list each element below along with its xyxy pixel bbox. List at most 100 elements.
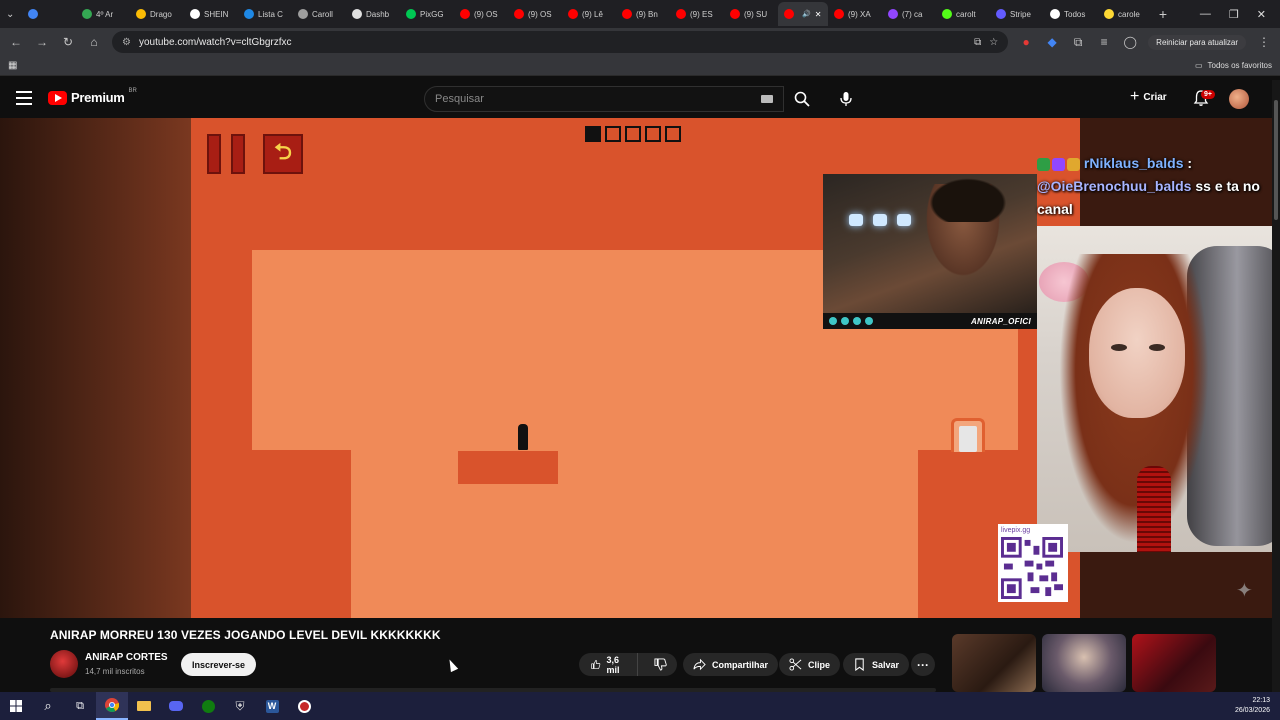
subscribe-button[interactable]: Inscrever-se <box>181 653 257 676</box>
browser-tab[interactable]: SHEIN <box>184 2 238 26</box>
tab-label: (9) Lê <box>582 9 603 19</box>
browser-tab[interactable]: Dashb <box>346 2 400 26</box>
microphone-icon <box>840 92 852 106</box>
save-button[interactable]: Salvar <box>843 653 910 676</box>
channel-avatar[interactable] <box>50 650 78 678</box>
tab-search-icon[interactable]: ⌄ <box>0 2 22 26</box>
all-bookmarks-button[interactable]: ▭ Todos os favoritos <box>1195 61 1272 70</box>
profile-icon[interactable]: ◯ <box>1122 34 1138 50</box>
like-button[interactable]: 3,6 mil <box>579 653 638 676</box>
search-button[interactable] <box>784 86 820 112</box>
create-button[interactable]: + Criar <box>1130 89 1167 105</box>
site-info-icon[interactable]: ⚙ <box>122 37 131 48</box>
related-video-thumbnail[interactable] <box>952 634 1036 692</box>
share-button[interactable]: Compartilhar <box>683 653 779 676</box>
page-scrollbar[interactable] <box>1272 80 1280 692</box>
chat-overlay: rNiklaus_balds : @OieBrenochuu_balds ss … <box>1037 152 1280 221</box>
tab-favicon-icon <box>514 9 524 19</box>
kebab-menu-icon[interactable]: ⋮ <box>1256 34 1272 50</box>
create-label: Criar <box>1143 91 1167 103</box>
browser-tab[interactable]: Stripe <box>990 2 1044 26</box>
tab-label: Lista C <box>258 9 283 19</box>
install-app-icon[interactable]: ⧉ <box>974 37 981 48</box>
browser-tab[interactable]: (9) ES <box>670 2 724 26</box>
browser-tab[interactable]: (7) ca <box>882 2 936 26</box>
browser-tab[interactable]: (9) Lê <box>562 2 616 26</box>
security-shield-icon[interactable]: ⛨ <box>224 692 256 720</box>
reload-icon[interactable]: ↻ <box>60 34 76 50</box>
file-explorer-icon[interactable] <box>128 692 160 720</box>
extension-icon[interactable]: ● <box>1018 34 1034 50</box>
bookmark-star-icon[interactable]: ☆ <box>989 37 998 48</box>
tab-label: (9) ES <box>690 9 713 19</box>
apps-grid-icon[interactable]: ▦ <box>8 60 17 71</box>
browser-tab[interactable]: 🔊 ✕ <box>778 2 828 26</box>
windows-start-icon[interactable] <box>0 692 32 720</box>
game-restart-icon: ⮌ <box>263 134 303 174</box>
browser-tab[interactable] <box>22 2 76 26</box>
clip-button[interactable]: Clipe <box>779 653 841 676</box>
browser-tab[interactable]: (9) Bn <box>616 2 670 26</box>
minimize-icon[interactable]: — <box>1200 8 1211 21</box>
browser-tab[interactable]: (9) OS <box>454 2 508 26</box>
extension-icon[interactable]: ◆ <box>1044 34 1060 50</box>
restart-update-button[interactable]: Reiniciar para atualizar <box>1148 34 1246 50</box>
task-view-icon[interactable]: ⧉ <box>64 692 96 720</box>
address-bar[interactable]: ⚙ youtube.com/watch?v=cltGbgrzfxc ⧉ ☆ <box>112 31 1009 53</box>
level-progress-square <box>665 126 681 142</box>
browser-tab[interactable]: Lista C <box>238 2 292 26</box>
system-clock[interactable]: 22:13 26/03/2026 <box>1235 696 1280 716</box>
channel-watermark-icon[interactable]: ✦ <box>1236 578 1260 602</box>
browser-tab[interactable]: Todos <box>1044 2 1098 26</box>
dislike-button[interactable] <box>644 653 677 676</box>
browser-tab[interactable]: carole <box>1098 2 1152 26</box>
tab-favicon-icon <box>784 9 794 19</box>
voice-search-button[interactable] <box>832 86 860 112</box>
more-actions-button[interactable]: ··· <box>911 653 935 676</box>
tab-close-icon[interactable]: ✕ <box>815 10 822 19</box>
media-icon[interactable]: ≡ <box>1096 34 1112 50</box>
video-player[interactable]: ⮌ ANIRAP_OFICI rNiklaus_balds : @OieBren… <box>0 118 1280 618</box>
browser-tab[interactable]: Caroll <box>292 2 346 26</box>
browser-tab[interactable]: carolt <box>936 2 990 26</box>
related-video-thumbnail[interactable] <box>1042 634 1126 692</box>
puzzle-icon[interactable]: ⧉ <box>1070 34 1086 50</box>
close-icon[interactable]: ✕ <box>1257 8 1266 21</box>
forward-icon[interactable]: → <box>34 34 50 50</box>
youtube-play-icon <box>48 90 67 105</box>
browser-tab[interactable]: (9) XA <box>828 2 882 26</box>
discord-icon[interactable] <box>160 692 192 720</box>
clock-date: 26/03/2026 <box>1234 707 1270 714</box>
word-icon[interactable]: W <box>256 692 288 720</box>
recording-app-icon[interactable] <box>288 692 320 720</box>
channel-name[interactable]: ANIRAP CORTES <box>85 652 168 663</box>
search-input[interactable]: Pesquisar <box>424 86 784 112</box>
audio-playing-icon[interactable]: 🔊 <box>802 10 811 18</box>
browser-tab[interactable]: (9) OS <box>508 2 562 26</box>
new-tab-button[interactable]: + <box>1152 6 1174 22</box>
save-label: Salvar <box>872 659 900 670</box>
back-icon[interactable]: ← <box>8 34 24 50</box>
menu-icon[interactable] <box>16 91 32 105</box>
chat-badges <box>1037 157 1080 171</box>
chrome-taskbar-icon[interactable] <box>96 692 128 720</box>
browser-tab[interactable]: (9) SU <box>724 2 778 26</box>
tab-label: carole <box>1118 9 1140 19</box>
browser-tab[interactable]: 4º Ar <box>76 2 130 26</box>
tab-label: (9) OS <box>528 9 552 19</box>
related-video-thumbnail[interactable] <box>1132 634 1216 692</box>
tab-favicon-icon <box>406 9 416 19</box>
tab-label: Caroll <box>312 9 333 19</box>
tab-favicon-icon <box>834 9 844 19</box>
youtube-logo[interactable]: Premium BR <box>48 88 137 105</box>
keyboard-icon[interactable] <box>761 95 773 103</box>
taskbar-search-icon[interactable]: ⌕ <box>32 692 64 720</box>
account-avatar[interactable] <box>1229 89 1249 109</box>
browser-tab[interactable]: Drago <box>130 2 184 26</box>
xbox-icon[interactable] <box>192 692 224 720</box>
level-progress <box>585 126 681 142</box>
home-icon[interactable]: ⌂ <box>86 34 102 50</box>
tab-favicon-icon <box>730 9 740 19</box>
browser-tab[interactable]: PixGG <box>400 2 454 26</box>
restore-icon[interactable]: ❐ <box>1229 8 1239 21</box>
